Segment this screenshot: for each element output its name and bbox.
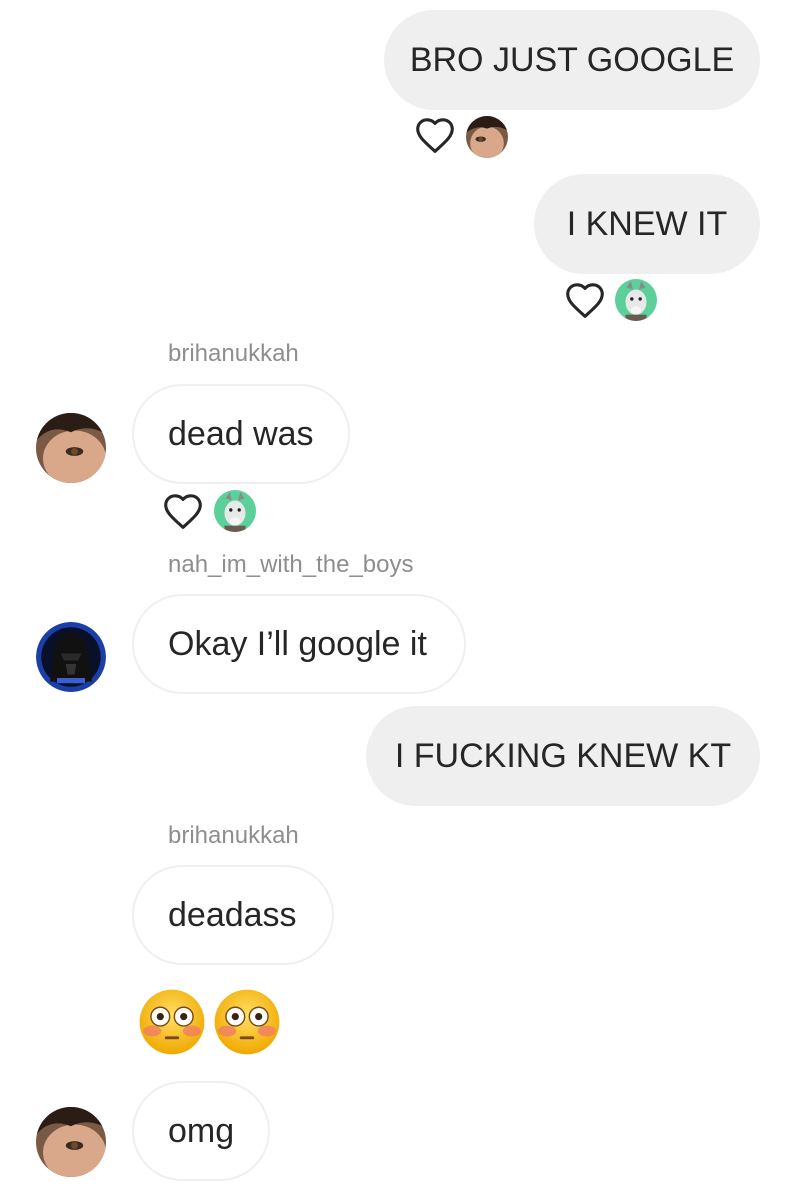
received-message-bubble[interactable]: dead was bbox=[132, 384, 350, 484]
sender-avatar[interactable] bbox=[36, 622, 106, 692]
received-message-bubble[interactable]: omg bbox=[132, 1081, 270, 1181]
flushed-face-emoji bbox=[214, 989, 280, 1055]
sent-message-bubble[interactable]: I KNEW IT bbox=[534, 174, 760, 274]
reactor-avatar bbox=[466, 116, 508, 158]
heart-icon[interactable] bbox=[564, 281, 606, 319]
sender-avatar[interactable] bbox=[36, 1107, 106, 1177]
received-message-bubble[interactable]: deadass bbox=[132, 865, 334, 965]
received-message-bubble[interactable]: Okay I’ll google it bbox=[132, 594, 466, 694]
sender-username: brihanukkah bbox=[168, 822, 299, 849]
reactor-avatar bbox=[615, 279, 657, 321]
heart-icon[interactable] bbox=[414, 116, 456, 154]
sender-username: nah_im_with_the_boys bbox=[168, 551, 414, 578]
heart-icon[interactable] bbox=[162, 492, 204, 530]
flushed-face-emoji bbox=[139, 989, 205, 1055]
sender-avatar[interactable] bbox=[36, 413, 106, 483]
sent-message-bubble[interactable]: I FUCKING KNEW KT bbox=[366, 706, 760, 806]
reactor-avatar bbox=[214, 490, 256, 532]
sender-username: brihanukkah bbox=[168, 340, 299, 367]
sent-message-bubble[interactable]: BRO JUST GOOGLE bbox=[384, 10, 760, 110]
